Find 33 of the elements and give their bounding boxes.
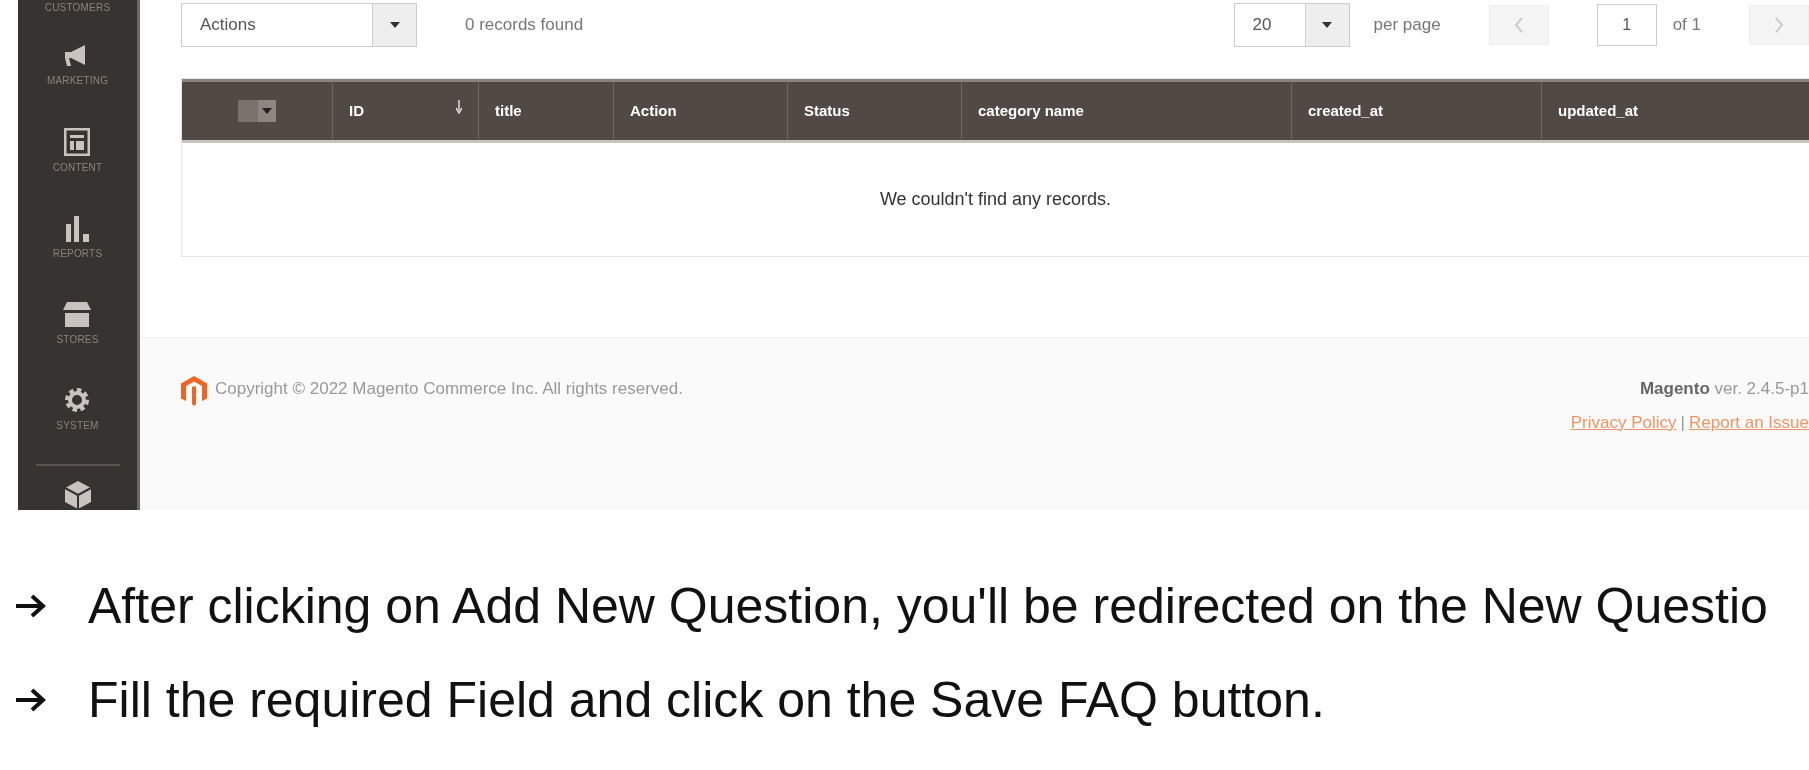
column-header[interactable]: Status bbox=[787, 82, 961, 140]
instruction-text: Fill the required Field and click on the Save FAQ button. bbox=[88, 671, 1325, 730]
cube-icon[interactable] bbox=[63, 480, 92, 510]
column-header[interactable]: category name bbox=[961, 82, 1291, 140]
bar-chart-icon bbox=[63, 213, 92, 242]
sort-arrow-icon bbox=[456, 100, 462, 114]
column-header[interactable]: ID bbox=[332, 82, 478, 140]
store-icon bbox=[61, 299, 94, 328]
version-text: Magento ver. 2.4.5-p1 bbox=[1638, 378, 1809, 400]
instruction-text: After clicking on Add New Question, you'll be redirected on the New Questio bbox=[88, 577, 1768, 636]
caret-icon bbox=[389, 22, 400, 28]
chevron-left-icon bbox=[1513, 17, 1524, 33]
gear-icon bbox=[63, 385, 92, 414]
arrow-icon bbox=[14, 687, 48, 713]
empty-message: We couldn't find any records. bbox=[879, 188, 1112, 211]
per-page-dropdown[interactable]: 20 bbox=[1233, 3, 1350, 47]
page-input[interactable]: 1 bbox=[1596, 4, 1657, 46]
link-separator: | bbox=[1680, 412, 1685, 432]
layout-icon bbox=[64, 127, 91, 156]
column-header[interactable]: Action bbox=[613, 82, 787, 140]
actions-dropdown[interactable]: Actions bbox=[181, 3, 417, 47]
page-total: of 1 bbox=[1672, 14, 1701, 37]
arrow-icon bbox=[14, 593, 48, 619]
column-header[interactable]: updated_at bbox=[1541, 82, 1791, 140]
records-count: 0 records found bbox=[465, 14, 584, 37]
chevron-right-icon bbox=[1774, 17, 1784, 33]
select-all-dropdown[interactable] bbox=[238, 100, 276, 122]
column-header[interactable]: title bbox=[478, 82, 613, 140]
caret-icon bbox=[1322, 22, 1332, 28]
column-header[interactable]: created_at bbox=[1291, 82, 1541, 140]
copyright-text: Copyright © 2022 Magento Commerce Inc. All rights reserved. bbox=[215, 378, 683, 400]
per-page-label: per page bbox=[1373, 14, 1441, 37]
logo-icon bbox=[181, 376, 207, 406]
